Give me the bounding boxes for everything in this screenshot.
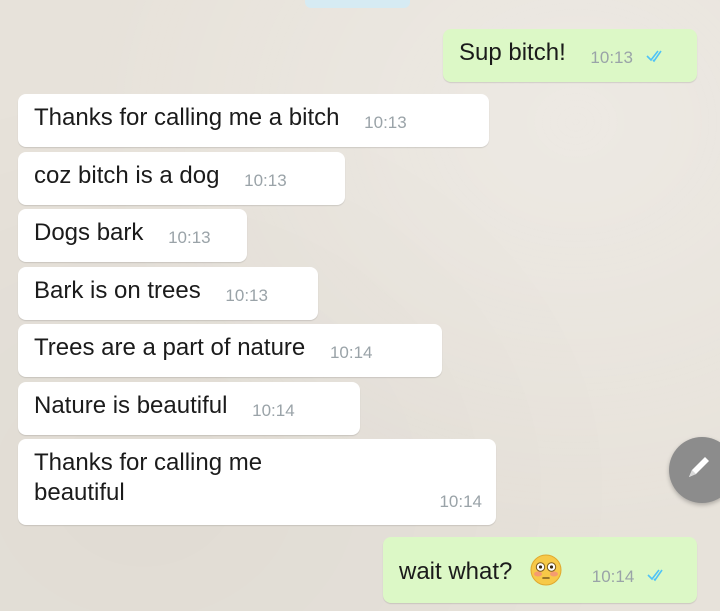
double-check-icon [647,560,669,590]
message-text: Bark is on trees [34,277,201,304]
message-bubble-incoming[interactable]: Nature is beautiful 10:14 [18,382,360,435]
message-time: 10:14 [329,343,373,362]
message-time: 10:13 [168,228,211,247]
message-time: 10:13 [225,286,268,305]
message-text: Dogs bark [34,219,144,246]
message-bubble-incoming[interactable]: Thanks for calling me beautiful 10:14 [18,439,496,525]
message-text: Thanks for calling me a bitch [34,104,340,131]
edit-fab-button[interactable] [669,437,720,503]
message-time: 10:13 [244,171,287,190]
message-time: 10:13 [364,113,407,132]
message-text: Sup bitch! [459,39,566,66]
message-time: 10:14 [591,567,635,586]
message-time: 10:14 [252,401,295,420]
flushed-face-emoji [529,553,563,587]
date-chip [305,0,410,8]
chat-area: Sup bitch! 10:13 Thanks for calling me a… [0,0,720,611]
message-text: Thanks for calling me beautiful [34,449,263,506]
message-bubble-incoming[interactable]: Dogs bark 10:13 [18,209,247,262]
message-time: 10:14 [439,492,482,511]
pencil-icon [689,457,709,477]
message-bubble-incoming[interactable]: Bark is on trees 10:13 [18,267,318,320]
message-bubble-incoming[interactable]: coz bitch is a dog 10:13 [18,152,345,205]
message-text: Nature is beautiful [34,392,228,419]
message-text: wait what? [399,558,513,585]
message-time: 10:13 [590,48,633,67]
double-check-icon [646,41,668,71]
message-bubble-outgoing[interactable]: wait what? 10:14 [383,537,697,603]
message-text: coz bitch is a dog [34,162,220,189]
message-bubble-incoming[interactable]: Trees are a part of nature 10:14 [18,324,442,377]
message-text: Trees are a part of nature [34,334,306,361]
message-bubble-outgoing[interactable]: Sup bitch! 10:13 [443,29,697,82]
message-bubble-incoming[interactable]: Thanks for calling me a bitch 10:13 [18,94,489,147]
